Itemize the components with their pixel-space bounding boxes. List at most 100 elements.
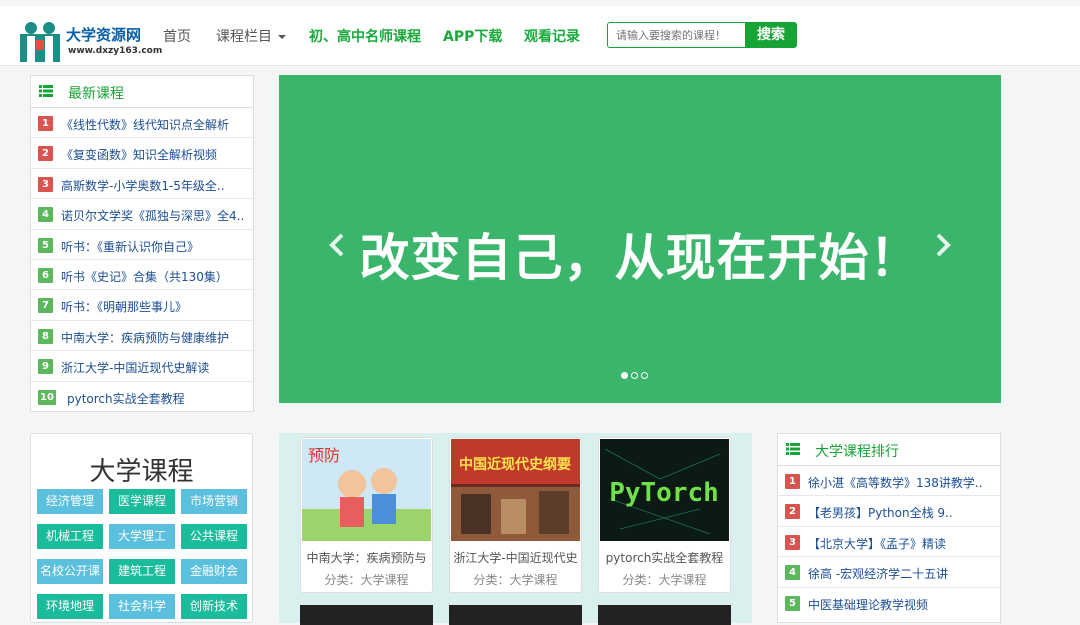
list-item[interactable]: 8 中南大学：疾病预防与健康维护: [31, 321, 253, 352]
list-item-link[interactable]: 浙江大学-中国近现代史解读: [61, 359, 246, 376]
rank-badge: 5: [38, 237, 53, 253]
rank-badge: 9: [38, 359, 53, 375]
rank-badge: 2: [38, 146, 53, 162]
thumb-label: PyTorch: [609, 478, 719, 508]
category-tag[interactable]: 金融财会: [181, 559, 247, 584]
nav-watch-history[interactable]: 观看记录: [524, 26, 580, 46]
video-title: 中南大学：疾病预防与: [306, 551, 427, 565]
list-item-link[interactable]: 徐高 -宏观经济学二十五讲: [808, 565, 993, 582]
rank-badge: 4: [785, 565, 800, 581]
category-tag[interactable]: 公共课程: [181, 524, 247, 549]
latest-courses-title: 最新课程: [68, 86, 124, 102]
nav-home[interactable]: 首页: [163, 26, 191, 46]
top-header: 大学资源网 www.dxzy163.com 首页 课程栏目 初、高中名师课程 A…: [0, 0, 1080, 66]
video-card[interactable]: 中国近现代史纲要 浙江大学-中国近现代史 分类：大学课程: [449, 437, 582, 593]
category-tag[interactable]: 大学理工: [109, 524, 175, 549]
list-item[interactable]: 2 【老男孩】Python全栈 9..: [778, 496, 1000, 527]
ranking-title: 大学课程排行: [815, 444, 899, 460]
video-card[interactable]: 预防 中南大学：疾病预防与 分类：大学课程: [300, 437, 433, 593]
carousel-indicators: [621, 364, 651, 379]
category-tag[interactable]: 经济管理: [37, 489, 103, 514]
list-item-link[interactable]: 高斯数学-小学奥数1-5年级全..: [61, 177, 246, 194]
rank-badge: 5: [785, 595, 800, 611]
rank-badge: 8: [38, 328, 53, 344]
search-input[interactable]: [607, 22, 745, 48]
video-category: 分类：大学课程: [473, 573, 558, 587]
list-item-link[interactable]: 中南大学：疾病预防与健康维护: [61, 329, 246, 346]
video-thumbnail: 中国近现代史纲要: [451, 439, 580, 541]
video-category: 分类：大学课程: [324, 573, 409, 587]
logo-title: 大学资源网: [66, 26, 142, 44]
list-item[interactable]: 4 徐高 -宏观经济学二十五讲: [778, 557, 1000, 588]
list-item[interactable]: 3 高斯数学-小学奥数1-5年级全..: [31, 169, 253, 200]
rank-badge: 3: [38, 176, 53, 192]
thumb-label: 中国近现代史纲要: [459, 456, 571, 473]
logo-url: www.dxzy163.com: [68, 46, 163, 56]
list-item[interactable]: 7 听书：《明朝那些事儿》: [31, 290, 253, 321]
nav-highschool[interactable]: 初、高中名师课程: [309, 26, 421, 46]
rank-badge: 3: [785, 534, 800, 550]
category-tag[interactable]: 机械工程: [37, 524, 103, 549]
category-tag[interactable]: 医学课程: [109, 489, 175, 514]
video-category: 分类：大学课程: [622, 573, 707, 587]
list-item-link[interactable]: 听书《史记》合集（共130集）: [61, 268, 246, 285]
list-item-link[interactable]: 徐小湛《高等数学》138讲教学..: [808, 474, 993, 491]
list-item[interactable]: 3 【北京大学】《孟子》精读: [778, 527, 1000, 558]
carousel-dot[interactable]: [641, 372, 648, 379]
ranking-header: 大学课程排行: [778, 434, 1000, 466]
chevron-right-icon[interactable]: [933, 230, 953, 260]
list-item[interactable]: 10 pytorch实战全套教程: [31, 382, 253, 412]
list-item[interactable]: 4 诺贝尔文学奖《孤独与深思》全4..: [31, 199, 253, 230]
logo-icon: [20, 22, 60, 62]
category-tag[interactable]: 名校公开课: [37, 559, 103, 584]
video-card[interactable]: PyTorch pytorch实战全套教程 分类：大学课程: [598, 437, 731, 593]
rank-badge: 2: [785, 504, 800, 520]
category-tag[interactable]: 建筑工程: [109, 559, 175, 584]
category-tag[interactable]: 市场营销: [181, 489, 247, 514]
latest-courses-panel: 最新课程 1 《线性代数》线代知识点全解析 2 《复变函数》知识全解析视频 3 高斯数学-…: [30, 75, 254, 412]
search-bar: 搜索: [607, 22, 797, 48]
list-item-link[interactable]: 《线性代数》线代知识点全解析: [61, 116, 246, 133]
latest-courses-header: 最新课程: [31, 76, 253, 108]
list-item-link[interactable]: 听书：《明朝那些事儿》: [61, 298, 246, 315]
list-item[interactable]: 6 听书《史记》合集（共130集）: [31, 260, 253, 291]
rank-badge: 6: [38, 267, 53, 283]
search-button[interactable]: 搜索: [745, 22, 797, 48]
site-logo[interactable]: 大学资源网 www.dxzy163.com: [18, 14, 162, 66]
carousel-dot[interactable]: [621, 372, 628, 379]
ranking-list: 1 徐小湛《高等数学》138讲教学.. 2 【老男孩】Python全栈 9.. 3 【北京…: [778, 466, 1000, 618]
nav-app-download[interactable]: APP下载: [443, 26, 502, 46]
category-title: 大学课程: [89, 457, 194, 487]
category-tag[interactable]: 社会科学: [109, 594, 175, 619]
list-item[interactable]: 2 《复变函数》知识全解析视频: [31, 138, 253, 169]
list-item[interactable]: 1 徐小湛《高等数学》138讲教学..: [778, 466, 1000, 497]
category-tag[interactable]: 创新技术: [181, 594, 247, 619]
nav-courses-dropdown[interactable]: 课程栏目: [216, 26, 286, 46]
list-item-link[interactable]: pytorch实战全套教程: [67, 390, 252, 407]
list-item-link[interactable]: 诺贝尔文学奖《孤独与深思》全4..: [61, 207, 246, 224]
carousel-dot[interactable]: [631, 372, 638, 379]
video-card-next-row[interactable]: [449, 605, 582, 625]
list-item-link[interactable]: 【老男孩】Python全栈 9..: [808, 504, 993, 521]
video-thumbnail: PyTorch: [600, 439, 729, 541]
video-card-next-row[interactable]: [300, 605, 433, 625]
ranking-panel: 大学课程排行 1 徐小湛《高等数学》138讲教学.. 2 【老男孩】Python全栈 …: [777, 433, 1001, 623]
category-tag[interactable]: 环境地理: [37, 594, 103, 619]
list-item[interactable]: 5 中医基础理论教学视频: [778, 588, 1000, 618]
list-item-link[interactable]: 【北京大学】《孟子》精读: [808, 535, 993, 552]
caret-down-icon: [278, 35, 286, 39]
rank-badge: 7: [38, 298, 53, 314]
hero-banner[interactable]: 改变自己，从现在开始！: [279, 75, 1001, 403]
list-item[interactable]: 5 听书：《重新认识你自己》: [31, 230, 253, 260]
video-title: 浙江大学-中国近现代史: [453, 551, 578, 565]
list-item[interactable]: 1 《线性代数》线代知识点全解析: [31, 108, 253, 139]
list-icon: [786, 443, 800, 455]
video-card-next-row[interactable]: [598, 605, 731, 625]
list-item-link[interactable]: 《复变函数》知识全解析视频: [61, 146, 246, 163]
list-item[interactable]: 9 浙江大学-中国近现代史解读: [31, 351, 253, 382]
list-item-link[interactable]: 中医基础理论教学视频: [808, 596, 993, 613]
list-icon: [39, 85, 53, 97]
rank-badge: 10: [38, 389, 56, 405]
nav-courses-label: 课程栏目: [216, 29, 272, 45]
list-item-link[interactable]: 听书：《重新认识你自己》: [61, 238, 246, 255]
